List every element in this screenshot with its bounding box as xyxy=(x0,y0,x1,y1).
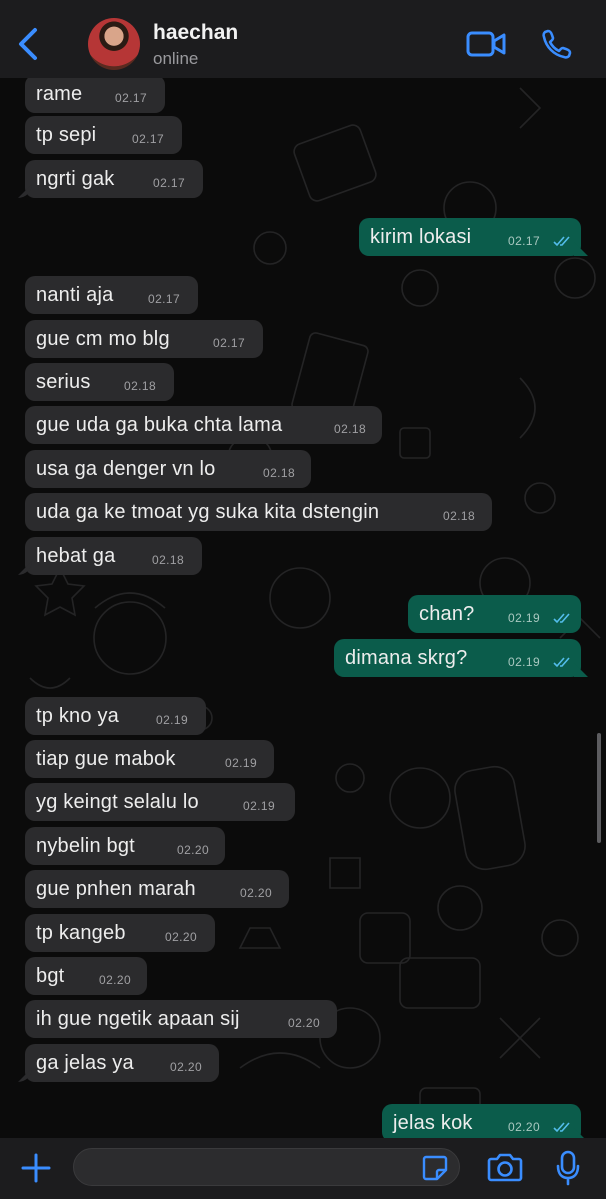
plus-icon[interactable] xyxy=(20,1152,52,1184)
incoming-message[interactable]: hebat ga 02.18 xyxy=(25,537,202,575)
message-time: 02.20 xyxy=(165,930,198,944)
scroll-indicator[interactable] xyxy=(597,733,601,843)
message-text: yg keingt selalu lo xyxy=(36,790,199,813)
message-time: 02.19 xyxy=(508,655,541,669)
camera-icon[interactable] xyxy=(487,1152,523,1182)
message-text: jelas kok xyxy=(393,1111,473,1134)
read-ticks-icon xyxy=(553,1122,570,1133)
message-time: 02.18 xyxy=(263,466,296,480)
microphone-icon[interactable] xyxy=(556,1150,580,1186)
incoming-message[interactable]: tp sepi 02.17 xyxy=(25,116,182,154)
message-time: 02.20 xyxy=(240,886,273,900)
message-time: 02.20 xyxy=(170,1060,203,1074)
message-text: gue uda ga buka chta lama xyxy=(36,413,283,436)
message-text: tp kangeb xyxy=(36,921,126,944)
incoming-message[interactable]: ngrti gak 02.17 xyxy=(25,160,203,198)
outgoing-message[interactable]: jelas kok 02.20 xyxy=(382,1104,581,1138)
message-time: 02.18 xyxy=(334,422,367,436)
message-time: 02.18 xyxy=(152,553,185,567)
outgoing-message[interactable]: dimana skrg? 02.19 xyxy=(334,639,581,677)
chevron-left-icon[interactable] xyxy=(14,24,44,64)
message-text: serius xyxy=(36,370,91,393)
incoming-message[interactable]: yg keingt selalu lo 02.19 xyxy=(25,783,295,821)
message-input[interactable] xyxy=(73,1148,460,1186)
message-time: 02.20 xyxy=(508,1120,541,1134)
message-time: 02.17 xyxy=(213,336,246,350)
incoming-message[interactable]: ga jelas ya 02.20 xyxy=(25,1044,219,1082)
incoming-message[interactable]: tp kangeb 02.20 xyxy=(25,914,215,952)
message-text: ih gue ngetik apaan sij xyxy=(36,1007,240,1030)
message-text: bgt xyxy=(36,964,65,987)
message-time: 02.17 xyxy=(148,292,181,306)
message-time: 02.20 xyxy=(99,973,132,987)
message-text: tp kno ya xyxy=(36,704,119,727)
message-time: 02.17 xyxy=(115,91,148,105)
message-text: tiap gue mabok xyxy=(36,747,176,770)
incoming-message[interactable]: usa ga denger vn lo 02.18 xyxy=(25,450,311,488)
avatar[interactable] xyxy=(88,18,140,70)
sticker-icon[interactable] xyxy=(422,1155,448,1181)
incoming-message[interactable]: uda ga ke tmoat yg suka kita dstengin 02.… xyxy=(25,493,492,531)
message-text: gue pnhen marah xyxy=(36,877,196,900)
incoming-message[interactable]: bgt 02.20 xyxy=(25,957,147,995)
contact-status: online xyxy=(153,49,199,68)
incoming-message[interactable]: gue uda ga buka chta lama 02.18 xyxy=(25,406,382,444)
incoming-message[interactable]: gue cm mo blg 02.17 xyxy=(25,320,263,358)
message-text: gue cm mo blg xyxy=(36,327,170,350)
message-text: nanti aja xyxy=(36,283,114,306)
incoming-message[interactable]: tiap gue mabok 02.19 xyxy=(25,740,274,778)
message-time: 02.19 xyxy=(508,611,541,625)
message-time: 02.17 xyxy=(508,234,541,248)
message-text: ngrti gak xyxy=(36,167,115,190)
message-time: 02.20 xyxy=(177,843,210,857)
message-time: 02.17 xyxy=(132,132,165,146)
outgoing-message[interactable]: kirim lokasi 02.17 xyxy=(359,218,581,256)
read-ticks-icon xyxy=(553,236,570,247)
read-ticks-icon xyxy=(553,657,570,668)
message-time: 02.19 xyxy=(156,713,189,727)
message-text: hebat ga xyxy=(36,544,116,567)
composer-bar xyxy=(0,1138,606,1199)
read-ticks-icon xyxy=(553,613,570,624)
incoming-message[interactable]: nybelin bgt 02.20 xyxy=(25,827,225,865)
incoming-message[interactable]: gue pnhen marah 02.20 xyxy=(25,870,289,908)
incoming-message[interactable]: tp kno ya 02.19 xyxy=(25,697,206,735)
message-text: tp sepi xyxy=(36,123,97,146)
message-text: ga jelas ya xyxy=(36,1051,134,1074)
message-time: 02.17 xyxy=(153,176,186,190)
phone-icon[interactable] xyxy=(541,28,573,60)
message-text: dimana skrg? xyxy=(345,646,468,669)
contact-name[interactable]: haechan xyxy=(153,21,238,45)
message-text: uda ga ke tmoat yg suka kita dstengin xyxy=(36,500,380,523)
message-text: rame xyxy=(36,82,83,105)
message-time: 02.19 xyxy=(225,756,258,770)
incoming-message[interactable]: ih gue ngetik apaan sij 02.20 xyxy=(25,1000,337,1038)
message-text: nybelin bgt xyxy=(36,834,135,857)
video-camera-icon[interactable] xyxy=(466,30,506,58)
chat-area[interactable]: rame 02.17 tp sepi 02.17 ngrti gak 02.17 kirim… xyxy=(0,78,606,1138)
message-time: 02.18 xyxy=(124,379,157,393)
incoming-message[interactable]: rame 02.17 xyxy=(25,78,165,113)
message-time: 02.18 xyxy=(443,509,476,523)
message-text: kirim lokasi xyxy=(370,225,472,248)
message-text: usa ga denger vn lo xyxy=(36,457,216,480)
message-text: chan? xyxy=(419,602,475,625)
message-time: 02.20 xyxy=(288,1016,321,1030)
incoming-message[interactable]: serius 02.18 xyxy=(25,363,174,401)
chat-header: haechan online xyxy=(0,0,606,78)
message-time: 02.19 xyxy=(243,799,276,813)
incoming-message[interactable]: nanti aja 02.17 xyxy=(25,276,198,314)
outgoing-message[interactable]: chan? 02.19 xyxy=(408,595,581,633)
